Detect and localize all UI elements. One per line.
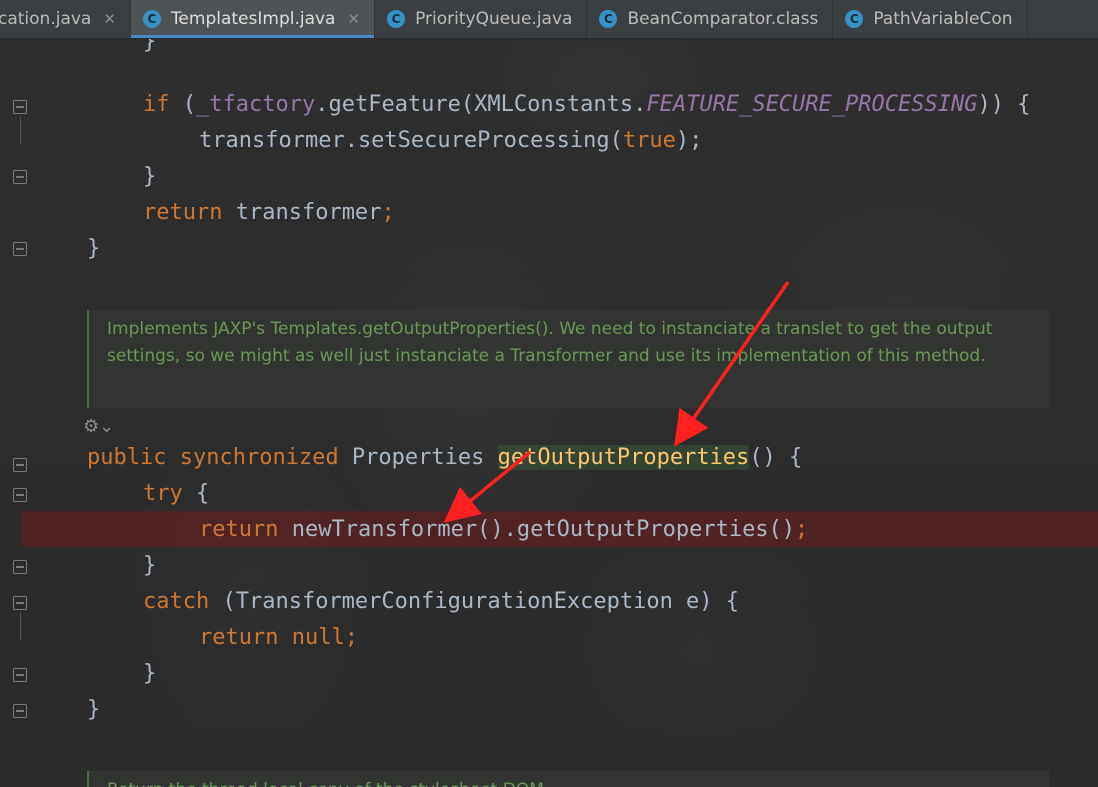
code-editor[interactable]: } if (_tfactory.getFeature(XMLConstants.…: [0, 29, 1098, 787]
code-line: return null;: [199, 625, 358, 650]
tab-label: PathVariableCon: [873, 9, 1013, 29]
javadoc-comment: Implements JAXP's Templates.getOutputPro…: [87, 310, 1049, 408]
tab-application-java[interactable]: cation.java ✕: [0, 0, 131, 38]
implements-gutter-icon[interactable]: ⚙⌄: [83, 416, 114, 437]
tab-templatesimpl-java[interactable]: C TemplatesImpl.java ✕: [130, 0, 376, 38]
code-line: }: [143, 661, 157, 686]
close-icon[interactable]: ✕: [347, 10, 360, 28]
tab-beancomparator-class[interactable]: C BeanComparator.class: [587, 0, 834, 38]
tab-pathvariable[interactable]: C PathVariableCon: [833, 0, 1028, 38]
code-line: try {: [143, 481, 210, 506]
close-icon[interactable]: ✕: [103, 10, 116, 28]
tab-label: BeanComparator.class: [627, 9, 819, 29]
javadoc-comment: Return the thread local copy of the styl…: [87, 771, 1049, 787]
class-icon: C: [599, 10, 618, 28]
code-line: return transformer;: [143, 200, 395, 225]
editor-tab-bar: cation.java ✕ C TemplatesImpl.java ✕ C P…: [0, 0, 1098, 39]
code-line: }: [143, 164, 157, 189]
method-name-highlight: getOutputProperties: [497, 445, 750, 470]
code-line: }: [87, 236, 101, 261]
code-line: }: [143, 553, 157, 578]
class-icon: C: [845, 10, 864, 28]
code-line: }: [87, 697, 101, 722]
tab-priorityqueue-java[interactable]: C PriorityQueue.java: [375, 0, 588, 38]
code-line: public synchronized Properties getOutput…: [87, 445, 803, 470]
code-line: if (_tfactory.getFeature(XMLConstants.FE…: [143, 92, 1031, 117]
tab-label: cation.java: [0, 9, 92, 29]
tab-label: PriorityQueue.java: [415, 9, 573, 29]
code-line: return newTransformer().getOutputPropert…: [199, 517, 809, 542]
code-line: transformer.setSecureProcessing(true);: [199, 128, 703, 153]
code-line: catch (TransformerConfigurationException…: [143, 589, 740, 614]
class-icon: C: [387, 10, 406, 28]
tab-label: TemplatesImpl.java: [170, 9, 336, 29]
ide-editor-window: cation.java ✕ C TemplatesImpl.java ✕ C P…: [0, 0, 1098, 787]
class-icon: C: [142, 10, 161, 28]
